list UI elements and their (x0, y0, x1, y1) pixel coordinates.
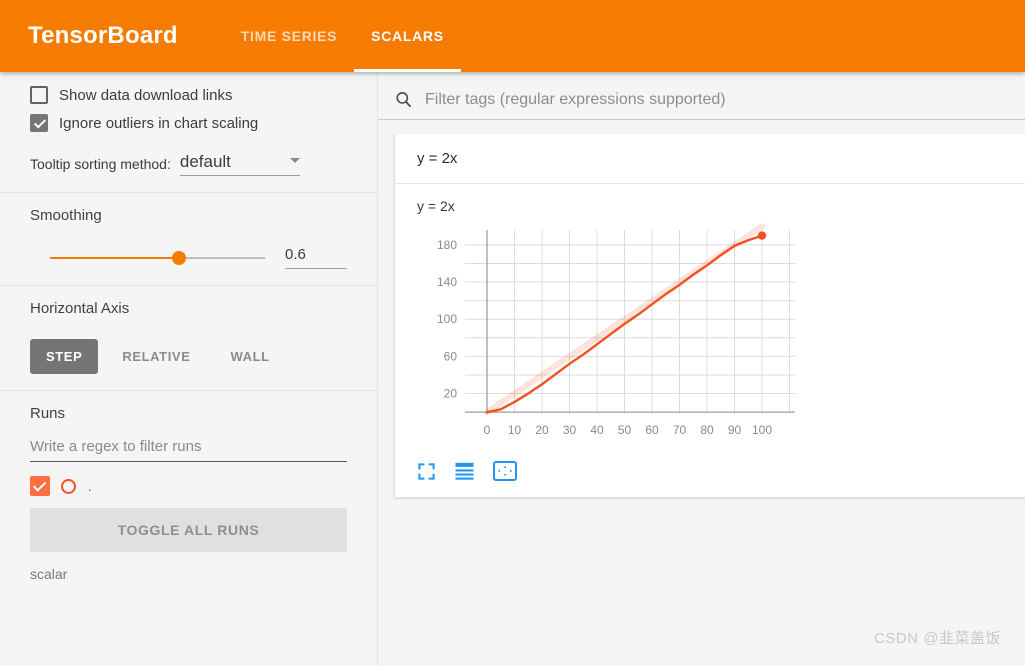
tag-filter-input[interactable]: Filter tags (regular expressions support… (425, 91, 726, 109)
fit-domain-icon[interactable] (493, 461, 517, 481)
sidebar-section-horizontal-axis: Horizontal Axis STEP RELATIVE WALL (0, 286, 377, 391)
tooltip-sorting-row: Tooltip sorting method: default (30, 152, 347, 176)
charts-area: y = 2x y = 2x 20 60 100 140 180 0 10 20 30 40 50 60… (378, 120, 1025, 498)
app-logo: TensorBoard (28, 22, 178, 49)
show-download-links-checkbox[interactable] (30, 86, 48, 104)
smoothing-slider[interactable] (50, 250, 265, 265)
line-chart[interactable]: 20 60 100 140 180 0 10 20 30 40 50 60 70 80 90 100 (417, 222, 807, 452)
ignore-outliers-checkbox[interactable] (30, 114, 48, 132)
smoothing-slider-thumb[interactable] (172, 250, 186, 265)
sidebar-section-runs: Runs Write a regex to filter runs . TOGG… (0, 391, 377, 598)
svg-text:40: 40 (590, 423, 604, 437)
runs-filter-input[interactable]: Write a regex to filter runs (30, 438, 347, 462)
chart-group-header[interactable]: y = 2x (395, 134, 1025, 184)
svg-text:90: 90 (728, 423, 742, 437)
svg-text:80: 80 (700, 423, 714, 437)
svg-text:20: 20 (535, 423, 549, 437)
svg-text:0: 0 (484, 423, 491, 437)
runs-footer-label: scalar (30, 566, 68, 582)
expand-icon[interactable] (417, 462, 436, 481)
sidebar-section-settings: Show data download links Ignore outliers… (0, 72, 377, 193)
chevron-down-icon (289, 157, 300, 163)
horizontal-axis-title: Horizontal Axis (30, 300, 130, 317)
axis-option-relative[interactable]: RELATIVE (106, 339, 206, 374)
run-checkbox[interactable] (30, 476, 50, 496)
scalar-card: y = 2x y = 2x 20 60 100 140 180 0 10 20 30 40 50 60… (394, 134, 1025, 498)
svg-text:180: 180 (437, 238, 457, 252)
chart-toolbar (417, 461, 1025, 481)
sidebar-section-smoothing: Smoothing 0.6 (0, 193, 377, 286)
tab-time-series[interactable]: TIME SERIES (224, 0, 354, 72)
tab-scalars[interactable]: SCALARS (354, 0, 461, 72)
svg-text:140: 140 (437, 275, 457, 289)
horizontal-axis-buttons: STEP RELATIVE WALL (30, 339, 347, 374)
axis-option-step[interactable]: STEP (30, 339, 99, 374)
svg-text:60: 60 (645, 423, 659, 437)
smoothing-slider-fill (50, 256, 179, 259)
svg-text:20: 20 (444, 387, 458, 401)
run-item[interactable]: . (30, 476, 347, 496)
axis-option-wall[interactable]: WALL (214, 339, 285, 374)
runs-title: Runs (30, 405, 66, 422)
ignore-outliers-label: Ignore outliers in chart scaling (59, 114, 259, 132)
smoothing-title: Smoothing (30, 207, 102, 224)
svg-text:50: 50 (618, 423, 632, 437)
ignore-outliers-row[interactable]: Ignore outliers in chart scaling (30, 114, 347, 132)
svg-text:30: 30 (563, 423, 577, 437)
smoothing-slider-row: 0.6 (30, 246, 347, 269)
watermark: CSDN @韭菜盖饭 (874, 630, 1001, 647)
tooltip-sorting-select[interactable]: default (179, 152, 300, 176)
svg-text:10: 10 (508, 423, 522, 437)
tooltip-sorting-label: Tooltip sorting method: (30, 156, 171, 172)
tooltip-sorting-value: default (179, 152, 231, 171)
nav-tabs: TIME SERIES SCALARS (224, 0, 461, 72)
toggle-all-runs-button[interactable]: TOGGLE ALL RUNS (30, 508, 347, 552)
svg-text:100: 100 (752, 423, 772, 437)
sidebar: Show data download links Ignore outliers… (0, 72, 378, 666)
smoothing-value-input[interactable]: 0.6 (285, 246, 347, 269)
svg-text:100: 100 (437, 312, 457, 326)
show-download-links-label: Show data download links (59, 86, 233, 104)
svg-text:70: 70 (673, 423, 687, 437)
data-table-icon[interactable] (454, 462, 475, 480)
app-header: TensorBoard TIME SERIES SCALARS (0, 0, 1025, 72)
run-color-swatch (61, 478, 76, 494)
chart-title: y = 2x (417, 198, 455, 214)
chart-container: y = 2x 20 60 100 140 180 0 10 20 30 40 50 60 70 80 90 1… (395, 184, 1025, 497)
show-download-links-row[interactable]: Show data download links (30, 86, 347, 104)
main-panel: Filter tags (regular expressions support… (378, 72, 1025, 666)
svg-text:60: 60 (444, 349, 458, 363)
search-icon (394, 90, 413, 109)
run-label: . (88, 478, 92, 494)
tag-filter-bar: Filter tags (regular expressions support… (378, 72, 1025, 120)
